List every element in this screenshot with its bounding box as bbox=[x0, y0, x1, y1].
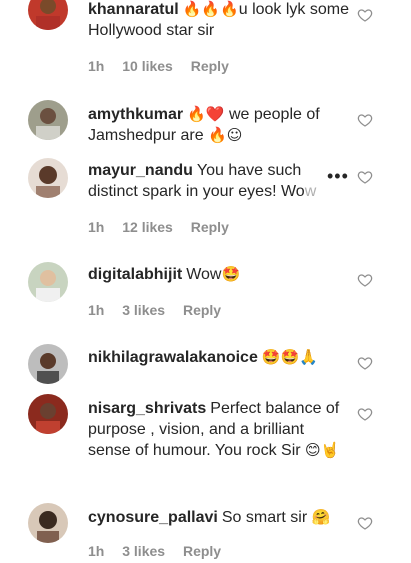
avatar[interactable] bbox=[28, 394, 68, 434]
comment-time: 1h bbox=[88, 302, 105, 318]
avatar[interactable] bbox=[28, 344, 68, 384]
like-count[interactable]: 3 likes bbox=[122, 543, 165, 559]
fire-heart-emoji: 🔥❤️ bbox=[187, 105, 225, 123]
star-eyes-pray-emoji: 🤩🤩🙏 bbox=[261, 348, 318, 366]
comment-text-faded: w bbox=[304, 183, 317, 200]
hug-emoji: 🤗 bbox=[311, 508, 331, 526]
comment-text: So smart sir bbox=[221, 509, 308, 526]
avatar[interactable] bbox=[28, 0, 68, 30]
fire-smile-emoji: 🔥☺ bbox=[208, 126, 243, 144]
heart-outline-icon[interactable] bbox=[357, 515, 373, 531]
star-eyes-emoji: 🤩 bbox=[221, 265, 241, 283]
comment-time: 1h bbox=[88, 58, 105, 74]
reply-button[interactable]: Reply bbox=[183, 543, 221, 559]
reply-button[interactable]: Reply bbox=[183, 302, 221, 318]
avatar[interactable] bbox=[28, 503, 68, 543]
comment-username[interactable]: amythkumar bbox=[88, 106, 183, 123]
heart-outline-icon[interactable] bbox=[357, 355, 373, 371]
avatar[interactable] bbox=[28, 262, 68, 302]
comment-time: 1h bbox=[88, 219, 105, 235]
like-count[interactable]: 3 likes bbox=[122, 302, 165, 318]
comment-username[interactable]: khannaratul bbox=[88, 1, 179, 18]
heart-outline-icon[interactable] bbox=[357, 272, 373, 288]
comment-username[interactable]: nisarg_shrivats bbox=[88, 400, 206, 417]
fire-emoji: 🔥🔥🔥 bbox=[182, 0, 239, 18]
comment-username[interactable]: mayur_nandu bbox=[88, 162, 193, 179]
avatar[interactable] bbox=[28, 158, 68, 198]
heart-outline-icon[interactable] bbox=[357, 112, 373, 128]
avatar[interactable] bbox=[28, 100, 68, 140]
reply-button[interactable]: Reply bbox=[191, 58, 229, 74]
comment-username[interactable]: nikhilagrawalakanoice bbox=[88, 349, 258, 366]
heart-outline-icon[interactable] bbox=[357, 7, 373, 23]
comment-time: 1h bbox=[88, 543, 105, 559]
like-count[interactable]: 10 likes bbox=[122, 58, 173, 74]
comment-text: Wow bbox=[186, 266, 222, 283]
comment-username[interactable]: digitalabhijit bbox=[88, 266, 182, 283]
smile-rock-emoji: 😊🤘 bbox=[305, 441, 340, 459]
more-options-icon[interactable]: ••• bbox=[327, 166, 349, 187]
comment-username[interactable]: cynosure_pallavi bbox=[88, 509, 218, 526]
heart-outline-icon[interactable] bbox=[357, 169, 373, 185]
like-count[interactable]: 12 likes bbox=[122, 219, 173, 235]
reply-button[interactable]: Reply bbox=[191, 219, 229, 235]
heart-outline-icon[interactable] bbox=[357, 406, 373, 422]
